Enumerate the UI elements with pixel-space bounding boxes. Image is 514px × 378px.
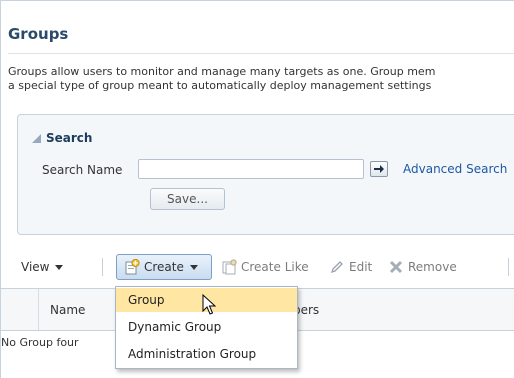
advanced-search-link[interactable]: Advanced Search: [403, 162, 507, 176]
edit-label: Edit: [349, 260, 373, 274]
view-menu-button[interactable]: View: [21, 254, 64, 280]
menu-item-dynamic-group[interactable]: Dynamic Group: [116, 315, 297, 339]
search-header[interactable]: Search: [32, 131, 92, 145]
empty-table-message: No Group four: [1, 336, 79, 349]
arrow-right-icon: [374, 165, 384, 173]
menu-item-administration-group[interactable]: Administration Group: [116, 342, 297, 366]
chevron-down-icon: [189, 264, 198, 270]
description-line-1: Groups allow users to monitor and manage…: [8, 65, 436, 78]
edit-button[interactable]: Edit: [329, 254, 372, 280]
collapse-triangle-icon[interactable]: [32, 134, 41, 143]
toolbar-separator: [508, 258, 509, 276]
search-name-label: Search Name: [42, 163, 123, 177]
page-description: Groups allow users to monitor and manage…: [8, 65, 514, 93]
page-title: Groups: [8, 25, 69, 43]
search-panel: Search Search Name Advanced Search Save.…: [17, 114, 514, 235]
create-label: Create: [144, 260, 184, 274]
remove-label: Remove: [408, 260, 457, 274]
search-name-input[interactable]: [138, 159, 364, 179]
row-selector-column: [1, 289, 39, 330]
groups-toolbar: View Create Create Like Edit Remove: [18, 254, 514, 280]
mouse-pointer-icon: [202, 294, 216, 315]
save-search-button[interactable]: Save...: [150, 188, 225, 210]
create-like-icon: [221, 259, 237, 275]
search-header-label: Search: [46, 131, 93, 145]
column-header-name[interactable]: Name: [50, 303, 85, 317]
remove-x-icon: [388, 259, 404, 275]
search-go-button[interactable]: [370, 161, 388, 177]
description-line-2: a special type of group meant to automat…: [8, 79, 432, 92]
groups-page: Groups Groups allow users to monitor and…: [0, 0, 514, 378]
create-group-icon: [124, 259, 140, 275]
title-divider: [8, 53, 514, 54]
remove-button[interactable]: Remove: [388, 254, 457, 280]
create-like-label: Create Like: [241, 260, 309, 274]
create-menu-button[interactable]: Create: [116, 254, 212, 280]
create-like-button[interactable]: Create Like: [221, 254, 309, 280]
pencil-icon: [329, 259, 345, 275]
toolbar-separator: [102, 258, 103, 276]
chevron-down-icon: [55, 264, 64, 270]
view-label: View: [21, 260, 50, 274]
